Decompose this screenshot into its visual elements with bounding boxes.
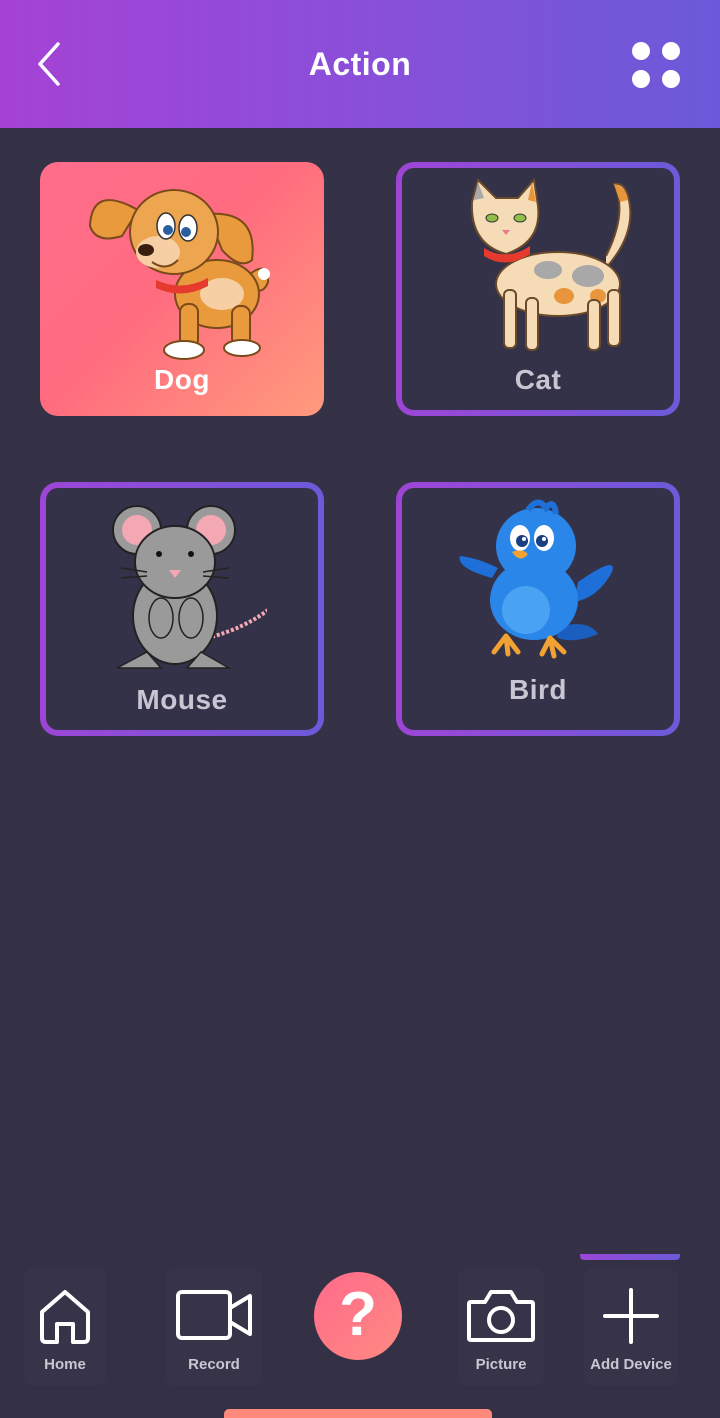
bird-icon: [459, 499, 613, 659]
camera-icon: [467, 1290, 535, 1342]
tab-picture[interactable]: Picture: [458, 1268, 544, 1386]
plus-icon: [603, 1288, 659, 1344]
animal-card-cat[interactable]: Cat: [396, 162, 680, 416]
tab-label: Picture: [475, 1356, 527, 1373]
active-tab-indicator: [580, 1254, 680, 1260]
home-icon: [40, 1290, 90, 1344]
question-icon: ?: [339, 1280, 377, 1349]
header-bar: Action: [0, 0, 720, 128]
grid-menu-button[interactable]: [626, 36, 686, 96]
card-label: Dog: [154, 364, 210, 395]
tab-label: Home: [44, 1356, 86, 1373]
page-title: Action: [308, 46, 412, 82]
tab-label: Add Device: [590, 1356, 672, 1373]
tab-record[interactable]: Record: [166, 1268, 262, 1386]
tab-add-device[interactable]: Add Device: [584, 1268, 678, 1386]
card-label: Cat: [514, 364, 562, 395]
card-label: Mouse: [136, 684, 228, 715]
video-camera-icon: [176, 1290, 252, 1340]
card-label: Bird: [509, 674, 567, 705]
dog-icon: [88, 189, 270, 360]
help-button[interactable]: ?: [314, 1272, 402, 1360]
mouse-icon: [112, 505, 267, 669]
tab-label: Record: [188, 1356, 240, 1373]
cat-icon: [470, 177, 632, 351]
grid-dots-icon: [632, 42, 680, 88]
animal-card-bird[interactable]: Bird: [396, 482, 680, 736]
home-indicator: [224, 1409, 492, 1418]
animal-card-dog[interactable]: Dog: [40, 162, 324, 416]
tab-home[interactable]: Home: [24, 1268, 106, 1386]
animal-card-mouse[interactable]: Mouse: [40, 482, 324, 736]
